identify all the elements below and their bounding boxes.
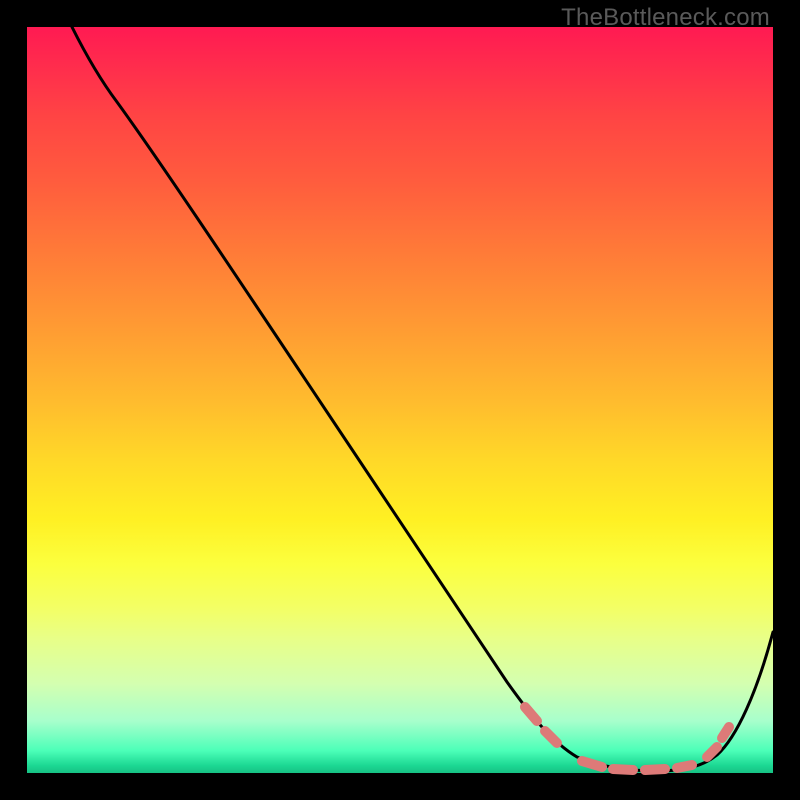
- curve-line: [72, 27, 773, 771]
- watermark-text: TheBottleneck.com: [561, 4, 770, 32]
- chart-frame: TheBottleneck.com: [0, 0, 800, 800]
- dashed-overlay: [525, 707, 729, 770]
- chart-svg: [27, 27, 773, 773]
